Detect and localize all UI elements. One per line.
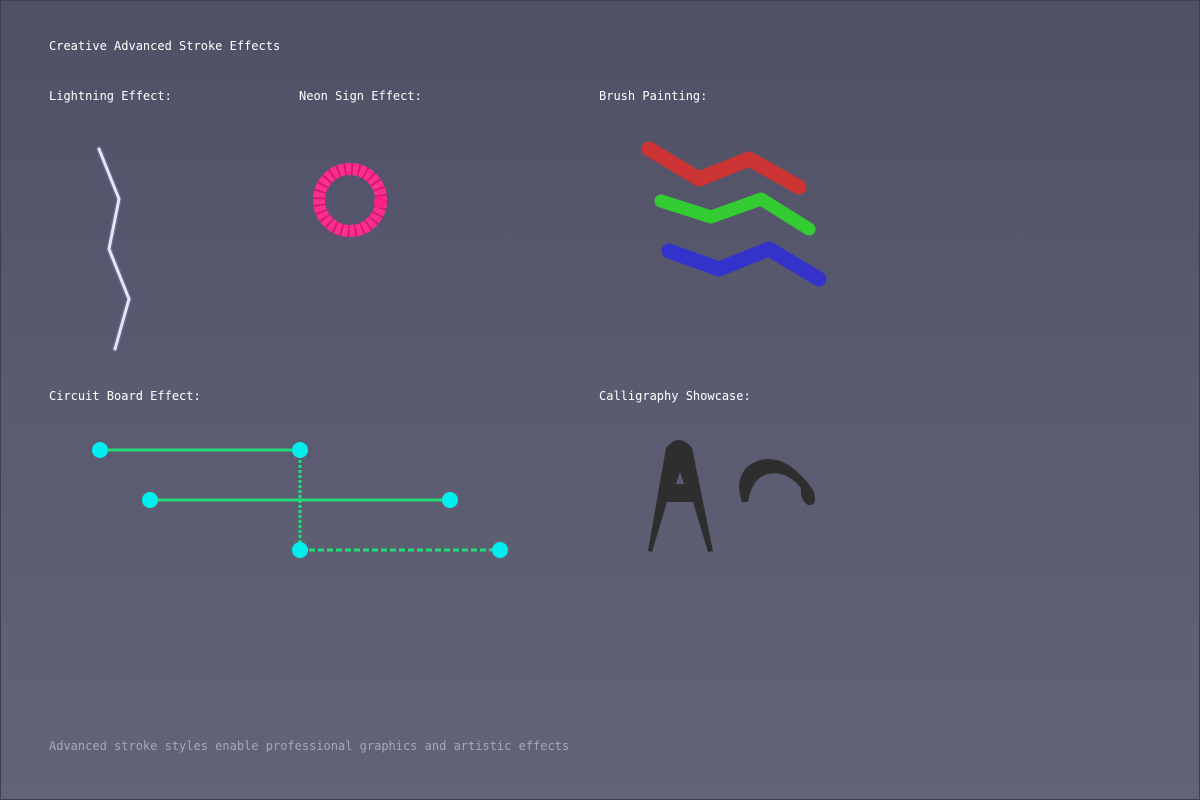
calligraphy-letters bbox=[648, 440, 816, 552]
lightning-bolt bbox=[96, 146, 132, 352]
neon-ring bbox=[313, 163, 387, 237]
brush-stroke-blue bbox=[661, 241, 827, 287]
circuit-node bbox=[292, 542, 308, 558]
circuit-node bbox=[492, 542, 508, 558]
circuit-node bbox=[292, 442, 308, 458]
neon-highlight bbox=[374, 196, 386, 208]
calligraphy-letter-a bbox=[648, 440, 713, 552]
calligraphy-swash bbox=[739, 459, 816, 506]
brush-stroke-red bbox=[641, 141, 807, 195]
circuit-node bbox=[142, 492, 158, 508]
brush-strokes bbox=[641, 141, 827, 287]
circuit-board bbox=[92, 442, 508, 558]
drawing-canvas bbox=[92, 141, 827, 558]
circuit-node bbox=[442, 492, 458, 508]
brush-stroke-green bbox=[654, 192, 816, 236]
circuit-node bbox=[92, 442, 108, 458]
